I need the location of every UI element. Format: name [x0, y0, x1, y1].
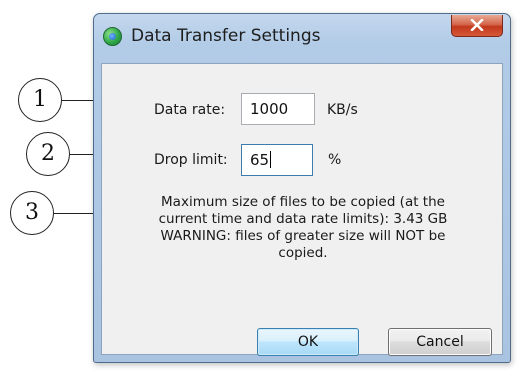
text-caret: [270, 151, 272, 168]
callout-1: 1: [18, 78, 62, 122]
data-rate-unit: KB/s: [327, 102, 358, 118]
drop-limit-unit: %: [328, 152, 342, 168]
info-line-3: WARNING: files of greater size will NOT …: [160, 228, 446, 244]
callout-3: 3: [10, 191, 54, 235]
info-line-1: Maximum size of files to be copied (at t…: [161, 194, 445, 210]
data-rate-input[interactable]: 1000: [241, 93, 315, 125]
dialog-content: Data rate: 1000 KB/s Drop limit: 65 % Ma…: [101, 63, 503, 356]
drop-limit-input[interactable]: 65: [241, 144, 313, 176]
drop-limit-value: 65: [250, 151, 270, 169]
close-button[interactable]: [451, 15, 503, 37]
window-title: Data Transfer Settings: [131, 26, 321, 46]
drop-limit-label: Drop limit:: [154, 152, 228, 168]
cancel-button[interactable]: Cancel: [388, 328, 492, 356]
title-bar[interactable]: Data Transfer Settings: [94, 14, 510, 62]
info-message: Maximum size of files to be copied (at t…: [142, 194, 464, 262]
close-icon: [470, 19, 484, 31]
callout-2: 2: [26, 132, 70, 176]
info-line-4: copied.: [278, 245, 328, 261]
settings-dialog: Data Transfer Settings Data rate: 1000 K…: [93, 13, 511, 363]
app-logo-icon: [103, 27, 122, 46]
data-rate-label: Data rate:: [154, 102, 226, 118]
screenshot-stage: 1 2 3 Data Transfer Settings Data rate: …: [0, 0, 522, 372]
ok-button[interactable]: OK: [257, 328, 359, 356]
info-line-2: current time and data rate limits): 3.43…: [158, 211, 448, 227]
